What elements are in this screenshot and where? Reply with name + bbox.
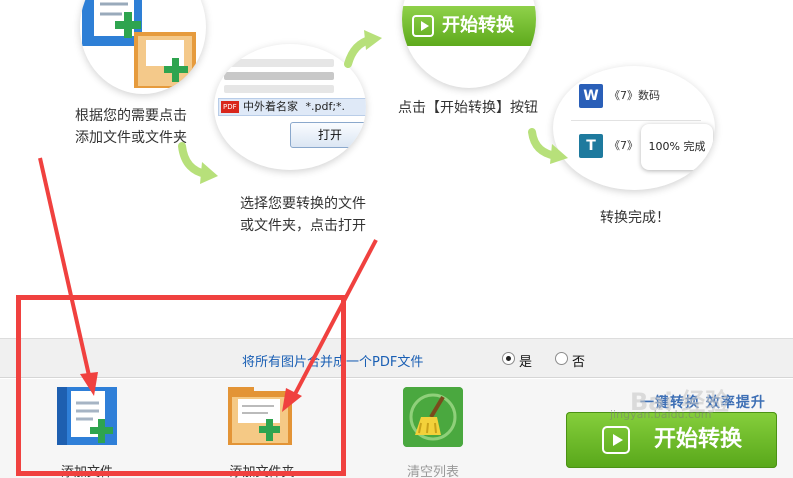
word-icon: W xyxy=(579,84,603,108)
step3-caption: 点击【开始转换】按钮 xyxy=(398,100,538,116)
dialog-selected-file: PDF 中外着名家 *.pdf;*. xyxy=(218,98,366,116)
merge-no-radio[interactable] xyxy=(555,352,568,365)
text-doc-icon: T xyxy=(579,134,603,158)
merge-no-label[interactable]: 否 xyxy=(572,351,585,370)
done-doc-word: W 《7》数码 xyxy=(579,84,660,108)
annotation-highlight-box xyxy=(16,295,346,476)
done-doc-word-name: 《7》数码 xyxy=(609,89,660,102)
step1-caption-line1: 根据您的需要点击 xyxy=(75,108,187,124)
divider xyxy=(571,120,701,121)
step2-caption-line1: 选择您要转换的文件 xyxy=(240,196,366,212)
step2-caption: 选择您要转换的文件 或文件夹，点击打开 xyxy=(222,193,384,237)
done-doc-text-name: 《7》 xyxy=(609,139,638,152)
dialog-open-button: 打开 xyxy=(290,122,366,148)
flow-arrow-icon xyxy=(344,30,382,68)
tutorial-screenshot: 根据您的需要点击 添加文件或文件夹 PDF 中外着名家 *.pdf;*. 打开 … xyxy=(0,0,793,478)
mini-start-button: 开始转换 xyxy=(402,6,536,46)
done-doc-text: T 《7》 xyxy=(579,134,638,158)
mini-start-label: 开始转换 xyxy=(442,15,514,36)
step4-illustration: W 《7》数码 T 《7》 100% 完成 xyxy=(553,66,715,190)
flow-arrow-icon xyxy=(178,142,218,184)
dialog-file-name: 中外着名家 xyxy=(243,100,298,113)
play-icon xyxy=(412,15,434,37)
file-folder-icon xyxy=(82,0,196,88)
watermark-url: jingyan.baidu.com xyxy=(610,408,712,421)
merge-yes-radio[interactable] xyxy=(502,352,515,365)
merge-yes-label[interactable]: 是 xyxy=(519,351,532,370)
play-icon xyxy=(602,426,630,454)
broom-icon xyxy=(403,387,463,447)
clear-list-button[interactable]: 清空列表 xyxy=(373,385,493,478)
step1-illustration xyxy=(80,0,206,94)
flow-arrow-icon xyxy=(528,128,568,164)
step3-illustration: 开始转换 xyxy=(402,0,536,88)
step4-caption: 转换完成！ xyxy=(600,210,670,226)
start-convert-label: 开始转换 xyxy=(654,427,743,452)
dialog-file-filter: *.pdf;*. xyxy=(305,100,346,113)
done-progress: 100% 完成 xyxy=(641,124,713,170)
pdf-icon: PDF xyxy=(221,101,239,113)
clear-list-label: 清空列表 xyxy=(406,465,459,478)
step2-caption-line2: 或文件夹，点击打开 xyxy=(240,218,366,234)
